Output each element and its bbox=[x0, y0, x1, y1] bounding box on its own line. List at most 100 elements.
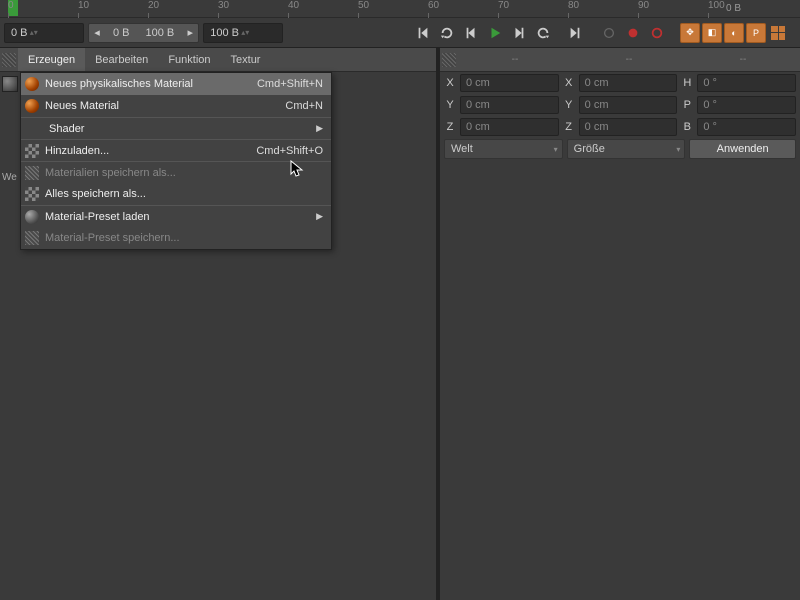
axis-param-icon[interactable]: P bbox=[746, 23, 766, 43]
material-thumb-icon[interactable] bbox=[2, 76, 18, 92]
blank-icon bbox=[25, 121, 43, 137]
ruler-tick: 50 bbox=[358, 0, 369, 11]
coord-space-select[interactable]: Welt bbox=[444, 139, 563, 159]
coord-input-b[interactable]: 0 ° bbox=[697, 118, 796, 136]
axis-label-x: X bbox=[563, 77, 575, 89]
ruler-tick: 30 bbox=[218, 0, 229, 11]
menu-shortcut: Cmd+N bbox=[285, 100, 323, 112]
menu-item-label: Neues physikalisches Material bbox=[45, 78, 247, 90]
axis-move-icon[interactable]: ✥ bbox=[680, 23, 700, 43]
playback-controls bbox=[412, 22, 586, 44]
timeline-ruler[interactable]: 0102030405060708090100 0 B bbox=[0, 0, 800, 18]
hatch-sm-icon bbox=[25, 166, 39, 180]
axis-label-y: Y bbox=[563, 99, 575, 111]
material-menubar: ErzeugenBearbeitenFunktionTextur bbox=[0, 48, 436, 72]
menu-erzeugen[interactable]: Erzeugen bbox=[18, 48, 85, 71]
coord-row: Y0 cmY0 cmP0 ° bbox=[440, 94, 800, 116]
menu-item-label: Material-Preset laden bbox=[45, 211, 308, 223]
axis-label-b: B bbox=[681, 121, 693, 133]
record-disabled-icon[interactable] bbox=[598, 22, 620, 44]
coord-input-y[interactable]: 0 cm bbox=[579, 96, 678, 114]
menu-item-label: Materialien speichern als... bbox=[45, 167, 323, 179]
ball-icon bbox=[25, 99, 39, 113]
ruler-tick: 10 bbox=[78, 0, 89, 11]
checker-icon bbox=[25, 144, 39, 158]
menu-item-neues-material[interactable]: Neues MaterialCmd+N bbox=[21, 95, 331, 117]
submenu-arrow-icon: ▶ bbox=[316, 211, 323, 222]
ruler-side-readout: 0 B bbox=[720, 0, 800, 17]
prev-frame-icon[interactable] bbox=[460, 22, 482, 44]
coord-mode-select[interactable]: Größe bbox=[567, 139, 686, 159]
loop-icon[interactable] bbox=[436, 22, 458, 44]
checker-icon bbox=[25, 187, 39, 201]
ruler-tick: 70 bbox=[498, 0, 509, 11]
coord-header-rot: -- bbox=[686, 54, 800, 65]
coord-row: X0 cmX0 cmH0 ° bbox=[440, 72, 800, 94]
menu-bearbeiten[interactable]: Bearbeiten bbox=[85, 48, 158, 71]
frame-range[interactable]: ◂ 0 B 100 B ▸ bbox=[88, 23, 199, 43]
axis-rotate-icon[interactable]: ◐ bbox=[724, 23, 744, 43]
menu-item-alles-speichern-als[interactable]: Alles speichern als... bbox=[21, 183, 331, 205]
loop-back-icon[interactable] bbox=[532, 22, 554, 44]
material-slot[interactable]: We bbox=[2, 76, 20, 183]
coord-input-z[interactable]: 0 cm bbox=[579, 118, 678, 136]
coord-input-h[interactable]: 0 ° bbox=[697, 74, 796, 92]
axis-label-z: Z bbox=[563, 121, 575, 133]
menu-item-neues-physikalisches-material[interactable]: Neues physikalisches Material Cmd+Shift+N bbox=[21, 73, 331, 95]
frame-start-input[interactable]: 0 B ▴▾ bbox=[4, 23, 84, 43]
range-start: 0 B bbox=[105, 27, 138, 39]
material-label: We bbox=[2, 172, 20, 183]
axis-label-x: X bbox=[444, 77, 456, 89]
ball-icon bbox=[25, 77, 39, 91]
coord-input-x[interactable]: 0 cm bbox=[579, 74, 678, 92]
ball-grey-icon bbox=[25, 210, 39, 224]
coordinates-panel: -- -- -- X0 cmX0 cmH0 °Y0 cmY0 cmP0 °Z0 … bbox=[440, 48, 800, 600]
menu-item-label: Shader bbox=[49, 123, 308, 135]
ruler-tick: 40 bbox=[288, 0, 299, 11]
apply-button[interactable]: Anwenden bbox=[689, 139, 796, 159]
coord-input-y[interactable]: 0 cm bbox=[460, 96, 559, 114]
menu-item-label: Material-Preset speichern... bbox=[45, 232, 323, 244]
axis-scale-icon[interactable]: ◧ bbox=[702, 23, 722, 43]
coord-header-size: -- bbox=[572, 54, 686, 65]
range-left-icon[interactable]: ◂ bbox=[89, 24, 105, 42]
next-frame-icon[interactable] bbox=[508, 22, 530, 44]
menu-item-label: Alles speichern als... bbox=[45, 188, 323, 200]
hatch-sm-icon bbox=[25, 231, 39, 245]
go-end-icon[interactable] bbox=[564, 22, 586, 44]
coord-input-x[interactable]: 0 cm bbox=[460, 74, 559, 92]
axis-label-y: Y bbox=[444, 99, 456, 111]
record-controls bbox=[598, 22, 668, 44]
panel-grip-icon[interactable] bbox=[0, 48, 18, 71]
menu-item-materialien-speichern-als: Materialien speichern als... bbox=[21, 161, 331, 183]
ruler-tick: 90 bbox=[638, 0, 649, 11]
coord-header-pos: -- bbox=[458, 54, 572, 65]
axis-all-icon[interactable] bbox=[768, 23, 788, 43]
menu-item-hinzuladen[interactable]: Hinzuladen... Cmd+Shift+O bbox=[21, 139, 331, 161]
menu-item-label: Hinzuladen... bbox=[45, 145, 246, 157]
menu-shortcut: Cmd+Shift+N bbox=[257, 78, 323, 90]
menu-item-material-preset-laden[interactable]: Material-Preset laden ▶ bbox=[21, 205, 331, 227]
record-icon[interactable] bbox=[622, 22, 644, 44]
menu-shortcut: Cmd+Shift+O bbox=[256, 145, 323, 157]
play-icon[interactable] bbox=[484, 22, 506, 44]
panel-grip-icon[interactable] bbox=[440, 53, 458, 67]
ruler-tick: 60 bbox=[428, 0, 439, 11]
range-right-icon[interactable]: ▸ bbox=[182, 24, 198, 42]
coord-input-p[interactable]: 0 ° bbox=[697, 96, 796, 114]
axis-label-z: Z bbox=[444, 121, 456, 133]
menu-textur[interactable]: Textur bbox=[221, 48, 271, 71]
material-manager-panel: ErzeugenBearbeitenFunktionTextur We Neue… bbox=[0, 48, 438, 600]
coord-row: Z0 cmZ0 cmB0 ° bbox=[440, 116, 800, 138]
axis-toggles: ✥ ◧ ◐ P bbox=[680, 23, 788, 43]
autokey-icon[interactable] bbox=[646, 22, 668, 44]
menu-item-shader[interactable]: Shader▶ bbox=[21, 117, 331, 139]
axis-label-h: H bbox=[681, 77, 693, 89]
coord-input-z[interactable]: 0 cm bbox=[460, 118, 559, 136]
ruler-tick: 20 bbox=[148, 0, 159, 11]
axis-label-p: P bbox=[681, 99, 693, 111]
go-start-icon[interactable] bbox=[412, 22, 434, 44]
frame-end-input[interactable]: 100 B ▴▾ bbox=[203, 23, 283, 43]
ruler-tick: 0 bbox=[8, 0, 14, 11]
menu-funktion[interactable]: Funktion bbox=[158, 48, 220, 71]
